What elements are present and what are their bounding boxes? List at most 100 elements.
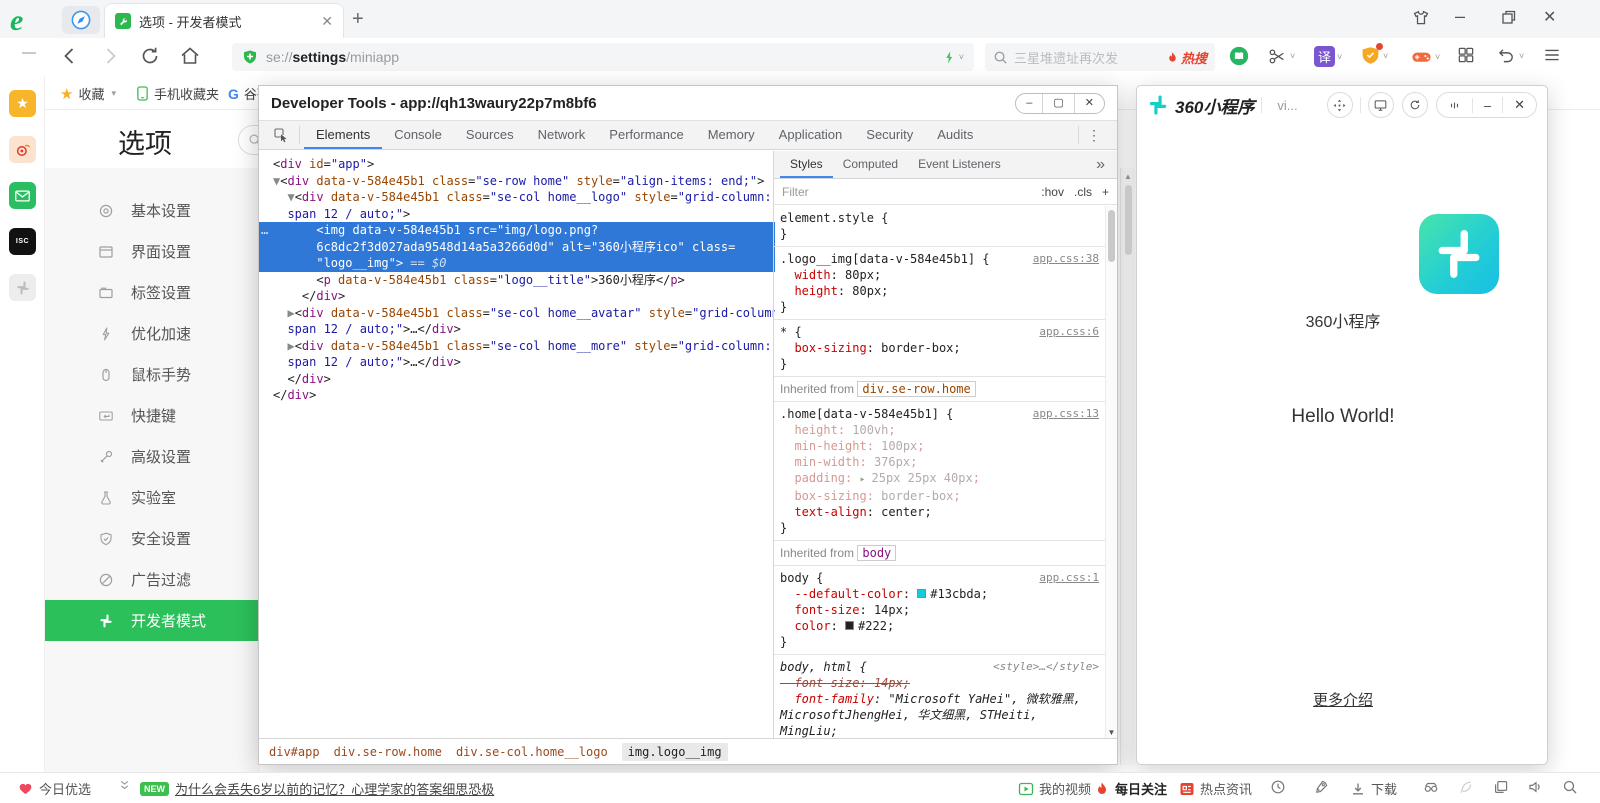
statusbar-speaker-icon[interactable]: [1527, 779, 1543, 795]
games-gamepad-icon[interactable]: ˅: [1410, 45, 1440, 68]
dock-miniapp-icon[interactable]: [9, 274, 36, 301]
css-source-link[interactable]: app.css:1: [1039, 570, 1099, 586]
devtools-tab-security[interactable]: Security: [854, 121, 925, 149]
dom-tree-line[interactable]: "logo__img"> == $0: [259, 255, 775, 272]
statusbar-windows-icon[interactable]: [1493, 779, 1509, 795]
statusbar-download-button[interactable]: 下载: [1350, 779, 1397, 798]
dock-favorites-icon[interactable]: ★: [9, 90, 36, 117]
devtools-minimize-button[interactable]: –: [1016, 94, 1042, 113]
dom-tree-line[interactable]: ▼<div data-v-584e45b1 class="se-row home…: [259, 173, 775, 190]
screenshot-scissors-icon[interactable]: ˅: [1266, 45, 1295, 67]
statusbar-gadget-icon[interactable]: [1423, 779, 1439, 795]
css-source-link[interactable]: app.css:38: [1033, 251, 1099, 267]
favorites-button[interactable]: ★ 收藏 ▾: [60, 84, 116, 103]
address-input[interactable]: se://settings/miniapp ˅: [232, 43, 974, 71]
devtools-tab-elements[interactable]: Elements: [304, 121, 382, 149]
new-tab-button[interactable]: +: [352, 8, 364, 31]
statusbar-play-button[interactable]: 我的视频: [1018, 779, 1091, 798]
statusbar-news-button[interactable]: 热点资讯: [1179, 779, 1252, 798]
css-rule[interactable]: app.css:38.logo__img[data-v-584e45b1] { …: [774, 247, 1105, 320]
tab-close-icon[interactable]: ✕: [321, 14, 333, 28]
css-rule[interactable]: app.css:1body { --default-color: #13cbda…: [774, 566, 1105, 655]
statusbar-clock-icon[interactable]: [1270, 779, 1286, 795]
translate-icon[interactable]: 译 ˅: [1314, 46, 1342, 67]
dom-tree-line[interactable]: <p data-v-584e45b1 class="logo__title">3…: [259, 272, 775, 289]
settings-menu-item[interactable]: 实验室: [45, 477, 260, 518]
statusbar-feather-icon[interactable]: [1458, 779, 1474, 795]
statusbar-rocket-icon[interactable]: [1313, 779, 1329, 795]
miniapp-menu-icon[interactable]: [1437, 99, 1472, 112]
css-source-link[interactable]: <style>…</style>: [993, 659, 1099, 675]
inherited-selector-chip[interactable]: body: [857, 545, 896, 561]
headline-link[interactable]: 为什么会丢失6岁以前的记忆？心理学家的答案细思恐极: [175, 779, 494, 798]
css-rule[interactable]: <style>…</style>body, html { font-size: …: [774, 655, 1105, 738]
dock-weibo-icon[interactable]: [9, 136, 36, 163]
dom-tree-line[interactable]: span 12 / auto;">: [259, 206, 775, 223]
styles-toggle[interactable]: .cls: [1074, 185, 1092, 199]
css-source-link[interactable]: app.css:13: [1033, 406, 1099, 422]
back-button[interactable]: [58, 44, 82, 68]
speed-dial-tab[interactable]: [62, 6, 100, 34]
breadcrumb[interactable]: div.se-col.home__logo: [456, 745, 608, 759]
styles-tab-event-listeners[interactable]: Event Listeners: [908, 151, 1011, 178]
scroll-thumb[interactable]: [1125, 185, 1132, 255]
css-rule[interactable]: app.css:6* { box-sizing: border-box;}: [774, 320, 1105, 377]
devtools-tab-memory[interactable]: Memory: [696, 121, 767, 149]
styles-tab-computed[interactable]: Computed: [833, 151, 908, 178]
devtools-tab-application[interactable]: Application: [767, 121, 855, 149]
settings-menu-item[interactable]: 基本设置: [45, 190, 260, 231]
styles-scrollbar[interactable]: ▼: [1105, 206, 1117, 738]
scroll-down-arrow[interactable]: ▼: [1106, 728, 1117, 737]
breadcrumb[interactable]: div#app: [269, 745, 320, 759]
devtools-maximize-button[interactable]: ▢: [1042, 94, 1073, 113]
miniapp-more-link[interactable]: 更多介绍: [1137, 689, 1549, 710]
inherited-selector-chip[interactable]: div.se-row.home: [857, 381, 975, 397]
forward-button[interactable]: [98, 44, 122, 68]
devtools-close-button[interactable]: ✕: [1074, 94, 1104, 113]
settings-menu-item[interactable]: 标签设置: [45, 272, 260, 313]
breadcrumb[interactable]: img.logo__img: [622, 743, 728, 761]
security-shield-icon[interactable]: ˅: [1360, 45, 1388, 66]
browser-logo-icon[interactable]: e: [10, 4, 46, 38]
home-button[interactable]: [178, 44, 202, 68]
browser-tab[interactable]: 选项 - 开发者模式 ✕: [104, 3, 344, 38]
settings-menu-item[interactable]: 鼠标手势: [45, 354, 260, 395]
css-rule[interactable]: element.style {}: [774, 206, 1105, 247]
css-rule[interactable]: app.css:13.home[data-v-584e45b1] { heigh…: [774, 402, 1105, 541]
main-menu-icon[interactable]: [1542, 45, 1562, 65]
miniapp-close-button[interactable]: ✕: [1502, 97, 1536, 113]
dom-tree-line[interactable]: ▶<div data-v-584e45b1 class="se-col home…: [259, 338, 775, 355]
devtools-tab-audits[interactable]: Audits: [925, 121, 985, 149]
devtools-tab-performance[interactable]: Performance: [597, 121, 695, 149]
settings-menu-item[interactable]: 安全设置: [45, 518, 260, 559]
scroll-thumb[interactable]: [1108, 210, 1115, 262]
site-shield-icon[interactable]: [242, 49, 258, 65]
miniapp-desktop-button[interactable]: [1368, 92, 1394, 118]
breadcrumb[interactable]: div.se-row.home: [334, 745, 442, 759]
dom-tree-line[interactable]: ▼<div data-v-584e45b1 class="se-col home…: [259, 189, 775, 206]
quick-boost-icon[interactable]: ˅: [942, 50, 964, 65]
window-restore-button[interactable]: [1498, 8, 1518, 28]
miniapp-refresh-button[interactable]: [1402, 92, 1428, 118]
devtools-titlebar[interactable]: Developer Tools - app://qh13waury22p7m8b…: [259, 86, 1117, 120]
css-source-link[interactable]: app.css:6: [1039, 324, 1099, 340]
dock-mail-icon[interactable]: [9, 182, 36, 209]
collapse-chevrons-icon[interactable]: [118, 779, 131, 792]
styles-toggle[interactable]: +: [1102, 185, 1109, 199]
styles-overflow-icon[interactable]: »: [1096, 156, 1111, 174]
news-ticker[interactable]: NEW 为什么会丢失6岁以前的记忆？心理学家的答案细思恐极: [140, 779, 494, 798]
reload-button[interactable]: [138, 44, 162, 68]
devtools-tab-sources[interactable]: Sources: [454, 121, 526, 149]
devtools-tab-console[interactable]: Console: [382, 121, 454, 149]
devtools-tab-network[interactable]: Network: [526, 121, 598, 149]
settings-menu-item[interactable]: 优化加速: [45, 313, 260, 354]
dom-tree-line[interactable]: <div id="app">: [259, 156, 775, 173]
style-rules-list[interactable]: element.style {}app.css:38.logo__img[dat…: [774, 206, 1105, 738]
miniapp-minimize-button[interactable]: –: [1472, 98, 1502, 113]
window-close-button[interactable]: ✕: [1543, 7, 1556, 27]
window-minimize-button[interactable]: –: [1455, 6, 1465, 27]
settings-menu-item[interactable]: 快捷键: [45, 395, 260, 436]
devtools-more-icon[interactable]: ⋮: [1079, 127, 1109, 144]
search-box[interactable]: 三星堆遗址再次发 热搜: [985, 43, 1215, 71]
page-scrollbar[interactable]: ▲: [1120, 168, 1135, 765]
